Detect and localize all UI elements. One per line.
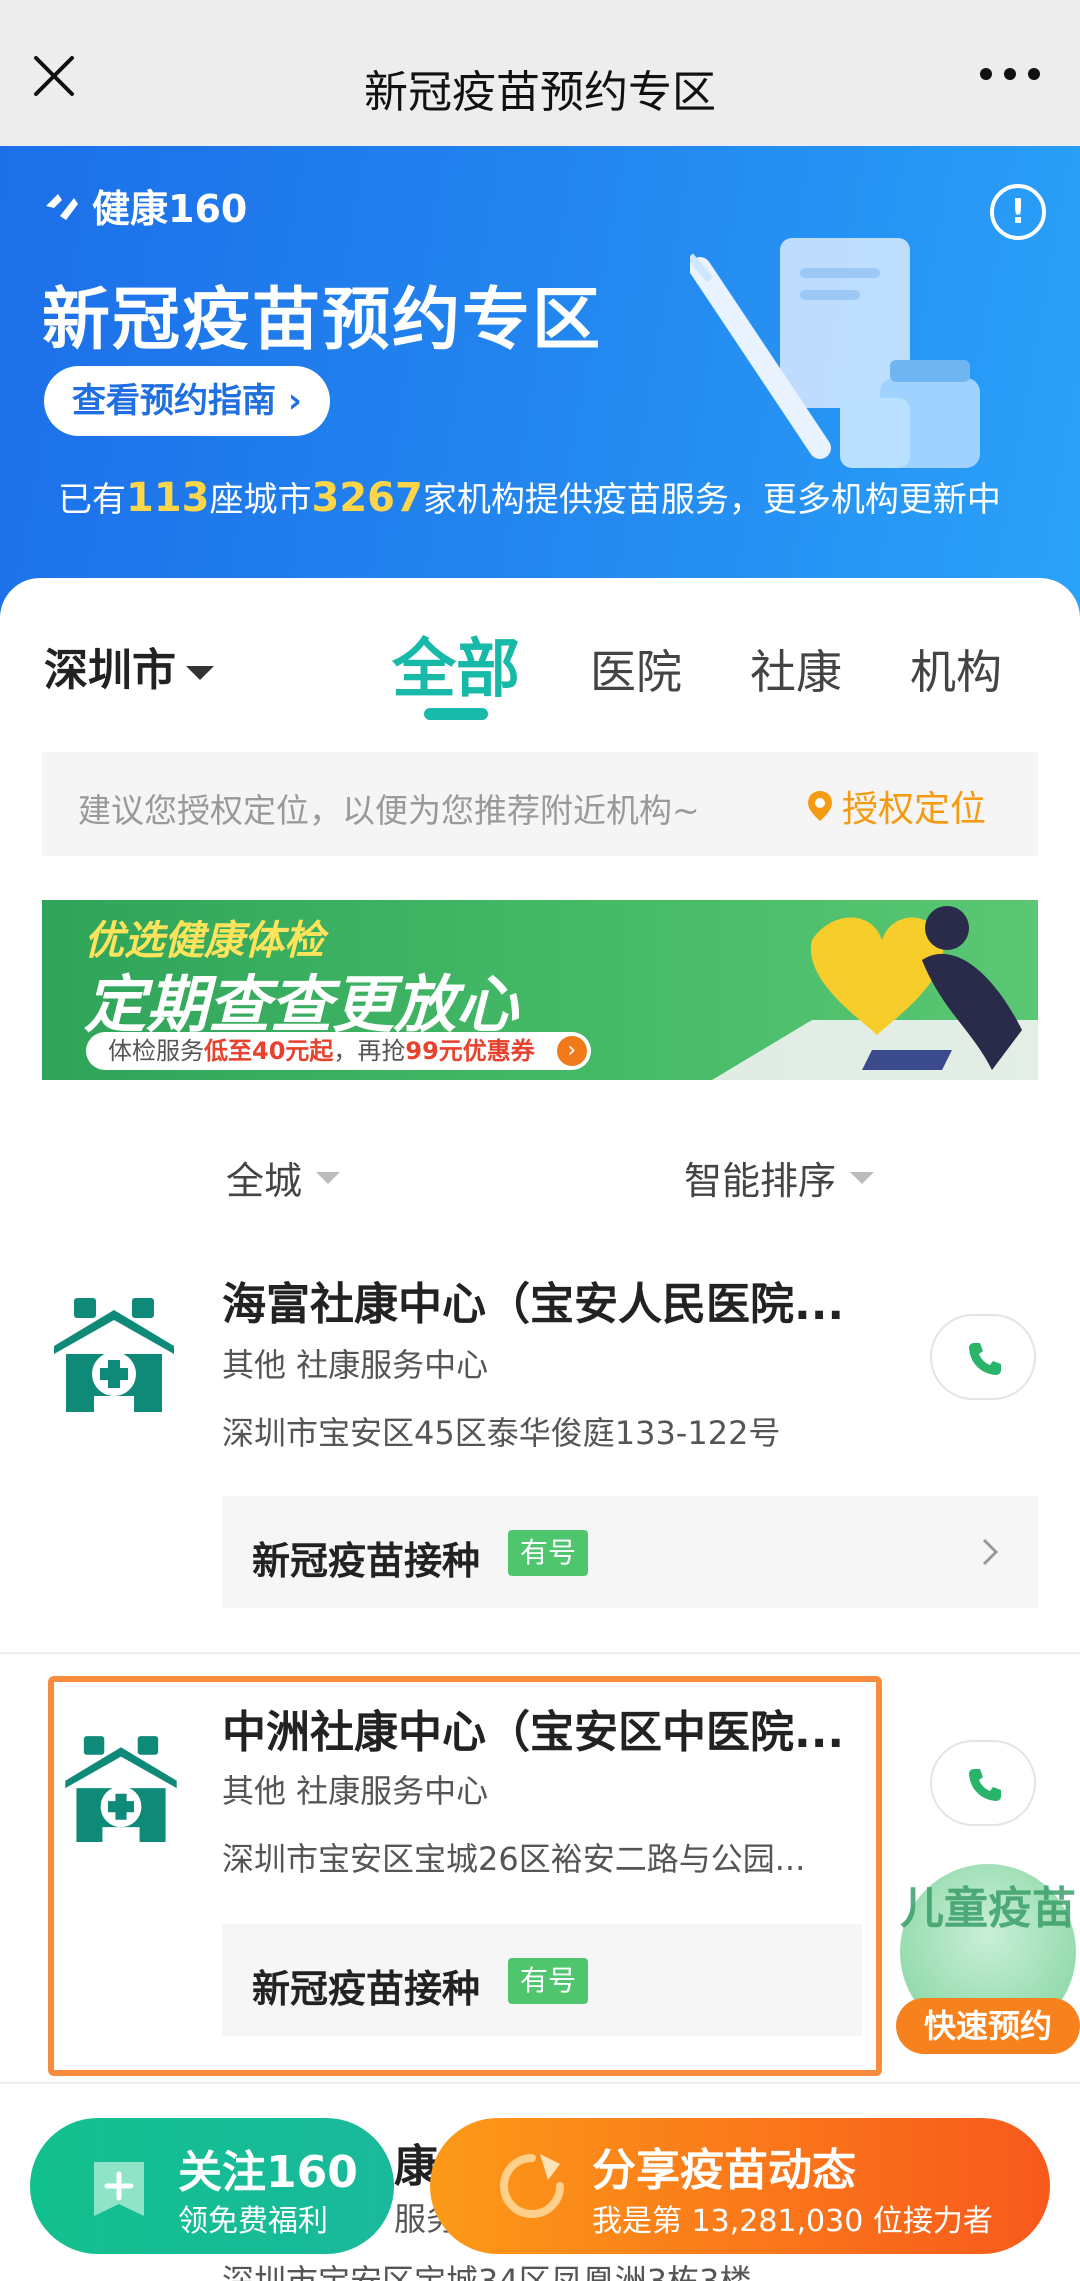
phone-icon: [969, 1769, 1001, 1801]
availability-badge: 有号: [508, 1958, 589, 2004]
ad-pill-b: 低至40元起: [204, 1037, 334, 1065]
service-label: 新冠疫苗接种: [252, 1967, 481, 2011]
sort-filter-label: 智能排序: [684, 1159, 837, 1203]
divider: [0, 1652, 1080, 1654]
sort-filter[interactable]: 智能排序: [684, 1150, 875, 1205]
caret-down-icon: [316, 1171, 341, 1184]
tab-indicator: [424, 708, 488, 720]
institution-address: 深圳市宝安区宝城34区凤凰洲3栋3楼: [222, 2262, 752, 2281]
stats-suffix: 家机构提供疫苗服务，更多机构更新中: [422, 480, 1001, 520]
page-title: 新冠疫苗预约专区: [364, 67, 716, 118]
tab-all[interactable]: 全部: [392, 618, 520, 710]
stats-mid: 座城市: [209, 480, 312, 520]
vaccine-service-row[interactable]: 新冠疫苗接种 有号: [222, 1924, 862, 2036]
institution-address: 深圳市宝安区宝城26区裕安二路与公园...: [222, 1840, 806, 1878]
share-title: 分享疫苗动态: [592, 2145, 856, 2196]
city-label: 深圳市: [44, 645, 176, 696]
institution-address: 深圳市宝安区45区泰华俊庭133-122号: [222, 1414, 781, 1452]
institution-type: 其他 社康服务中心: [222, 1346, 489, 1384]
more-icon[interactable]: [980, 68, 1040, 84]
stats-prefix: 已有: [58, 480, 126, 520]
institution-name: 海富社康中心（宝安人民医院...: [222, 1279, 845, 1330]
cities-count: 113: [126, 475, 210, 521]
brand-mark-icon: [46, 193, 78, 220]
follow-subtitle: 领免费福利: [178, 2204, 328, 2239]
checkup-ad-banner[interactable]: 优选健康体检 定期查查更放心 体检服务低至40元起，再抢99元优惠券 ›: [42, 900, 1038, 1080]
clinic-icon: [54, 1298, 174, 1412]
banner-title: 新冠疫苗预约专区: [42, 281, 603, 360]
hero-banner: 健康160 ! 新冠疫苗预约专区 查看预约指南 › 已有113座城市3267家机…: [0, 146, 1080, 616]
location-hint: 建议您授权定位，以便为您推荐附近机构~: [78, 791, 700, 830]
vaccine-illustration: [690, 238, 980, 468]
ad-line2: 定期查查更放心: [84, 968, 519, 1041]
location-pin-icon: [807, 791, 832, 821]
child-vaccine-text: 儿童疫苗: [900, 1883, 1076, 1934]
institutions-count: 3267: [311, 475, 423, 521]
city-selector[interactable]: 深圳市: [44, 634, 214, 698]
authorize-location-label: 授权定位: [841, 789, 986, 830]
ad-pill-a: 体检服务: [108, 1037, 204, 1065]
view-guide-button[interactable]: 查看预约指南 ›: [44, 366, 330, 436]
bookmark-plus-icon: [94, 2162, 144, 2216]
brand-name: 健康160: [92, 187, 248, 231]
area-filter-label: 全城: [226, 1159, 303, 1203]
tab-institution[interactable]: 机构: [910, 636, 1002, 702]
caret-down-icon: [850, 1171, 875, 1184]
ad-pill-c: ，再抢: [333, 1037, 406, 1065]
share-icon: [500, 2154, 564, 2218]
phone-button[interactable]: [930, 1740, 1036, 1826]
ad-offer-pill: 体检服务低至40元起，再抢99元优惠券 ›: [86, 1032, 591, 1070]
area-filter[interactable]: 全城: [226, 1150, 341, 1205]
quick-book-button[interactable]: 快速预约: [896, 1998, 1080, 2054]
share-button[interactable]: 分享疫苗动态 我是第 13,281,030 位接力者: [430, 2118, 1050, 2254]
follow-title: 关注160: [178, 2147, 358, 2198]
brand-logo: 健康160: [42, 178, 247, 233]
caret-down-icon: [186, 666, 214, 680]
institution-type: 其他 社康服务中心: [222, 1772, 489, 1810]
ad-pill-d: 99元优惠券: [405, 1037, 535, 1065]
phone-button[interactable]: [930, 1314, 1036, 1400]
tab-hospital[interactable]: 医院: [590, 636, 682, 702]
tab-community-health[interactable]: 社康: [750, 636, 842, 702]
banner-stats: 已有113座城市3267家机构提供疫苗服务，更多机构更新中: [58, 472, 1001, 521]
child-vaccine-float[interactable]: 儿童疫苗 快速预约: [896, 1864, 1080, 2054]
arrow-right-icon: ›: [556, 1036, 587, 1066]
nav-bar: 新冠疫苗预约专区: [0, 0, 1080, 146]
service-label: 新冠疫苗接种: [252, 1539, 481, 1583]
location-bar: 建议您授权定位，以便为您推荐附近机构~ 授权定位: [42, 752, 1038, 856]
vaccine-service-row[interactable]: 新冠疫苗接种 有号: [222, 1496, 1038, 1608]
share-subtitle: 我是第 13,281,030 位接力者: [592, 2204, 993, 2239]
clinic-icon: [65, 1736, 177, 1842]
divider: [0, 2082, 1080, 2084]
follow-button[interactable]: 关注160 领免费福利: [30, 2118, 394, 2254]
authorize-location-button[interactable]: 授权定位: [806, 780, 986, 832]
ad-illustration: [712, 906, 1038, 1080]
chevron-right-icon: [982, 1538, 999, 1566]
phone-icon: [969, 1343, 1001, 1375]
availability-badge: 有号: [508, 1530, 589, 1576]
institution-name: 中洲社康中心（宝安区中医院...: [222, 1707, 845, 1758]
